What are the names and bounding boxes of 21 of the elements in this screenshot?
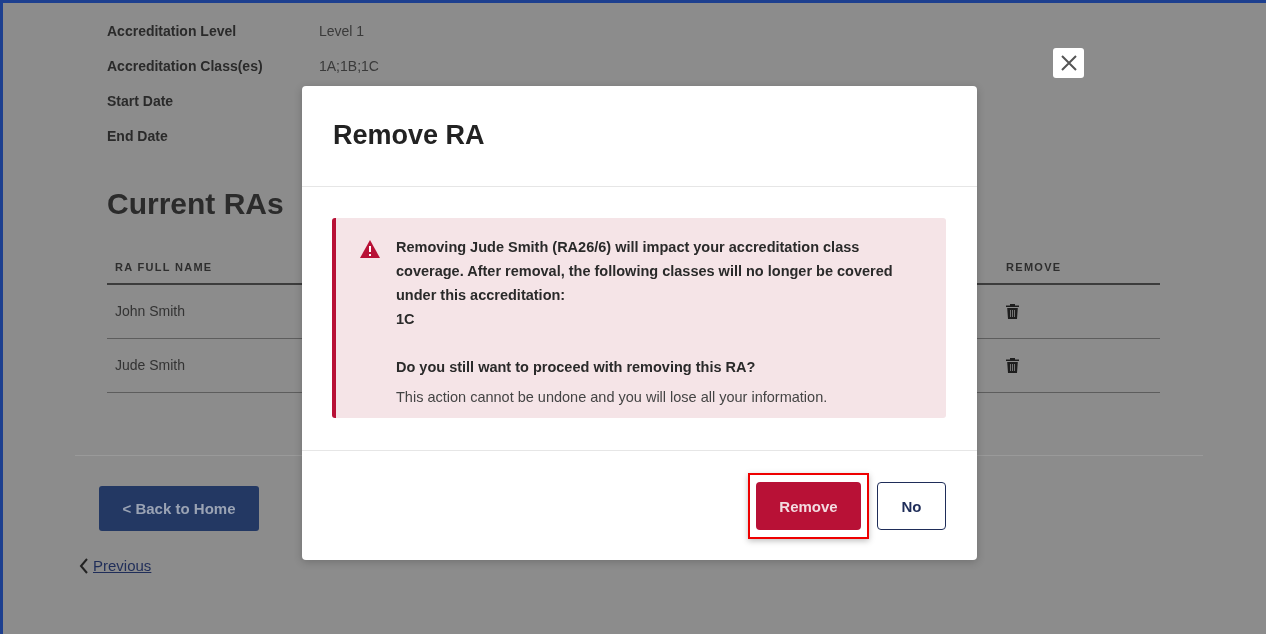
detail-label: Start Date <box>107 93 175 110</box>
remove-button[interactable]: Remove <box>756 482 861 530</box>
detail-label: Accreditation Class(es) <box>107 58 264 75</box>
detail-value: Level 1 <box>319 23 366 40</box>
detail-value: 1A;1B;1C <box>319 58 379 75</box>
previous-link[interactable]: Previous <box>93 557 152 574</box>
detail-label: Accreditation Level <box>107 23 238 40</box>
modal-title: Remove RA <box>333 120 486 151</box>
back-button[interactable]: < Back to Home <box>99 486 259 531</box>
close-icon <box>1059 54 1078 72</box>
detail-label: End Date <box>107 128 169 145</box>
alert-question: Do you still want to proceed with removing this RA? <box>396 358 757 377</box>
trash-icon[interactable] <box>1006 357 1019 373</box>
chevron-left-icon <box>79 557 89 574</box>
no-button[interactable]: No <box>877 482 946 530</box>
trash-icon[interactable] <box>1006 303 1019 319</box>
affected-class: 1C <box>396 310 416 329</box>
warning-icon <box>359 239 381 259</box>
column-header: REMOVE <box>998 253 1160 284</box>
close-button[interactable] <box>1053 48 1084 78</box>
section-heading: Current RAs <box>107 187 285 221</box>
